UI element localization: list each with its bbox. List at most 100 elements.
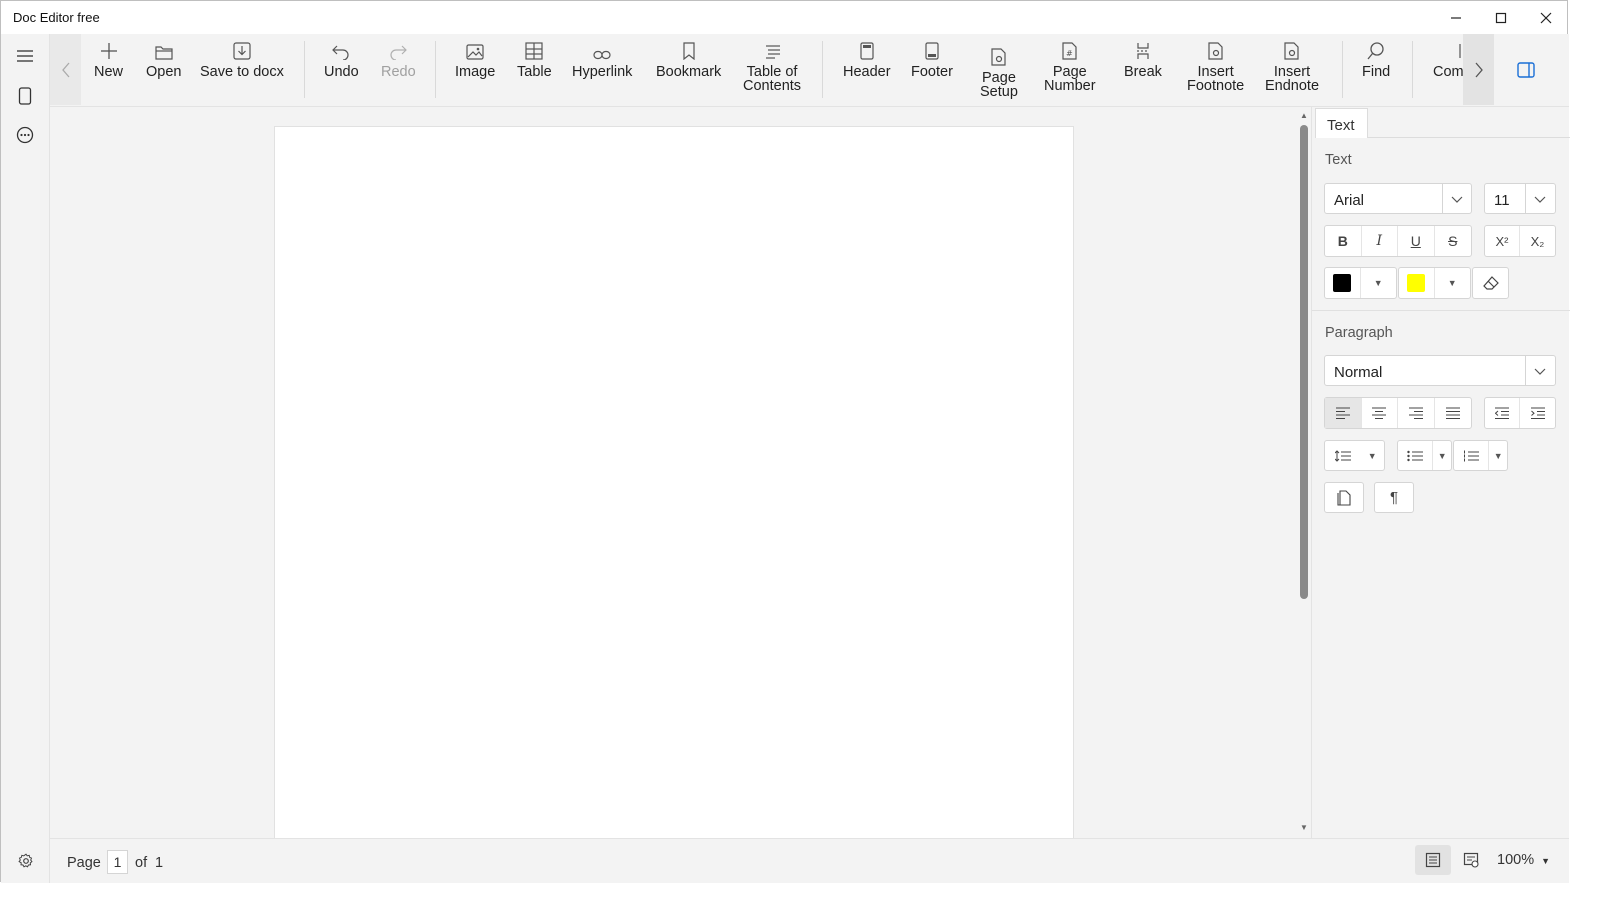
break-button[interactable]: Break xyxy=(1124,40,1162,79)
numbered-list-dropdown[interactable]: ▼ xyxy=(1489,441,1507,470)
more-button[interactable] xyxy=(14,124,36,146)
undo-label: Undo xyxy=(324,64,359,80)
redo-icon xyxy=(390,45,408,60)
font-family-select[interactable]: Arial xyxy=(1324,183,1472,214)
more-circle-icon xyxy=(16,126,34,144)
align-right-button[interactable] xyxy=(1398,398,1435,428)
title-bar: Doc Editor free xyxy=(1,1,1567,34)
superscript-button[interactable]: X² xyxy=(1485,226,1521,256)
svg-text:#: # xyxy=(1066,49,1073,58)
indent-group xyxy=(1484,397,1556,429)
settings-button[interactable] xyxy=(15,850,37,872)
show-formatting-marks-button[interactable]: ¶ xyxy=(1375,483,1413,512)
font-color-picker: ▼ xyxy=(1324,267,1397,299)
toggle-sidebar-button[interactable] xyxy=(1513,58,1539,82)
endnote-icon xyxy=(1284,42,1299,60)
undo-icon xyxy=(332,45,349,60)
font-color-swatch xyxy=(1333,274,1352,292)
caret-down-icon: ▼ xyxy=(1541,856,1551,866)
vertical-scrollbar[interactable]: ▲ ▼ xyxy=(1297,111,1311,833)
indent-icon xyxy=(1530,407,1545,419)
link-icon xyxy=(593,50,611,60)
table-of-contents-button[interactable]: Table of Contents xyxy=(743,40,801,93)
table-icon xyxy=(525,42,543,60)
line-spacing-picker[interactable]: ▼ xyxy=(1324,440,1385,471)
font-size-select[interactable]: 11 xyxy=(1484,183,1556,214)
line-spacing-button[interactable] xyxy=(1325,441,1360,470)
undo-button[interactable]: Undo xyxy=(324,40,359,79)
paragraph-section-label: Paragraph xyxy=(1325,325,1393,341)
scroll-down-icon[interactable]: ▼ xyxy=(1297,823,1311,833)
increase-indent-button[interactable] xyxy=(1520,398,1555,428)
zoom-select[interactable]: 100% ▼ xyxy=(1497,852,1550,868)
toolbar-scroll-left[interactable] xyxy=(50,34,81,105)
document-page[interactable] xyxy=(274,126,1074,838)
paragraph-page-button[interactable] xyxy=(1325,483,1363,512)
bold-button[interactable]: B xyxy=(1325,226,1362,256)
page-setup-button[interactable]: Page Setup xyxy=(980,46,1018,99)
header-icon xyxy=(860,42,874,60)
save-to-docx-button[interactable]: Save to docx xyxy=(200,40,284,79)
find-label: Find xyxy=(1362,64,1391,80)
bullet-list-button[interactable] xyxy=(1398,441,1434,470)
web-layout-button[interactable] xyxy=(1453,845,1489,875)
highlight-color-button[interactable] xyxy=(1399,268,1435,298)
align-center-button[interactable] xyxy=(1362,398,1398,428)
new-button[interactable]: New xyxy=(94,40,123,79)
table-button[interactable]: Table xyxy=(517,40,552,79)
find-button[interactable]: Find xyxy=(1362,40,1390,79)
bookmark-button[interactable]: Bookmark xyxy=(656,40,721,79)
open-button[interactable]: Open xyxy=(146,40,181,79)
scroll-up-icon[interactable]: ▲ xyxy=(1297,111,1311,121)
redo-button[interactable]: Redo xyxy=(381,40,416,79)
line-spacing-dropdown[interactable]: ▼ xyxy=(1360,441,1384,470)
maximize-button[interactable] xyxy=(1478,1,1524,34)
folder-icon xyxy=(155,46,173,60)
page-number-button[interactable]: # Page Number xyxy=(1044,40,1096,93)
highlight-color-dropdown[interactable]: ▼ xyxy=(1435,268,1471,298)
page-button-group xyxy=(1324,482,1364,513)
hyperlink-button[interactable]: Hyperlink xyxy=(572,40,632,79)
page-setup-icon xyxy=(991,48,1006,66)
align-justify-button[interactable] xyxy=(1435,398,1471,428)
current-page-input[interactable]: 1 xyxy=(107,850,128,874)
footer-button[interactable]: Footer xyxy=(911,40,953,79)
scrollbar-thumb[interactable] xyxy=(1300,125,1308,599)
save-label: Save to docx xyxy=(200,64,284,80)
toolbar-scroll-right[interactable] xyxy=(1463,34,1494,105)
comment-button[interactable]: Com xyxy=(1433,40,1463,79)
page-setup-label-line1: Page xyxy=(982,70,1016,86)
font-color-button[interactable] xyxy=(1325,268,1361,298)
insert-endnote-button[interactable]: Insert Endnote xyxy=(1265,40,1319,93)
numbered-list-button[interactable] xyxy=(1454,441,1490,470)
minimize-button[interactable] xyxy=(1433,1,1479,34)
menu-button[interactable] xyxy=(14,45,36,67)
align-justify-icon xyxy=(1445,407,1460,419)
highlight-color-picker: ▼ xyxy=(1398,267,1471,299)
font-color-dropdown[interactable]: ▼ xyxy=(1361,268,1397,298)
paragraph-style-select[interactable]: Normal xyxy=(1324,355,1556,386)
bullet-list-dropdown[interactable]: ▼ xyxy=(1433,441,1451,470)
app-window: Doc Editor free New Open Save to docx Un… xyxy=(0,0,1570,883)
page-number-label-line1: Page xyxy=(1052,64,1087,80)
image-button[interactable]: Image xyxy=(455,40,495,79)
header-label: Header xyxy=(843,64,891,80)
strikethrough-button[interactable]: S xyxy=(1435,226,1471,256)
close-button[interactable] xyxy=(1523,1,1569,34)
decrease-indent-button[interactable] xyxy=(1485,398,1521,428)
window-title: Doc Editor free xyxy=(13,10,100,25)
underline-button[interactable]: U xyxy=(1398,226,1435,256)
chevron-down-icon xyxy=(1443,190,1471,210)
tab-text[interactable]: Text xyxy=(1315,108,1368,138)
align-left-button[interactable] xyxy=(1325,398,1362,428)
header-button[interactable]: Header xyxy=(843,40,891,79)
subscript-button[interactable]: X₂ xyxy=(1520,226,1555,256)
text-section-label: Text xyxy=(1325,152,1352,168)
italic-button[interactable]: I xyxy=(1362,226,1398,256)
document-area: ▲ ▼ xyxy=(50,107,1311,838)
copy-page-icon xyxy=(1337,489,1351,506)
clear-formatting-button[interactable] xyxy=(1473,268,1508,298)
print-layout-button[interactable] xyxy=(1415,845,1451,875)
insert-footnote-button[interactable]: Insert Footnote xyxy=(1187,40,1244,93)
document-button[interactable] xyxy=(14,85,36,107)
